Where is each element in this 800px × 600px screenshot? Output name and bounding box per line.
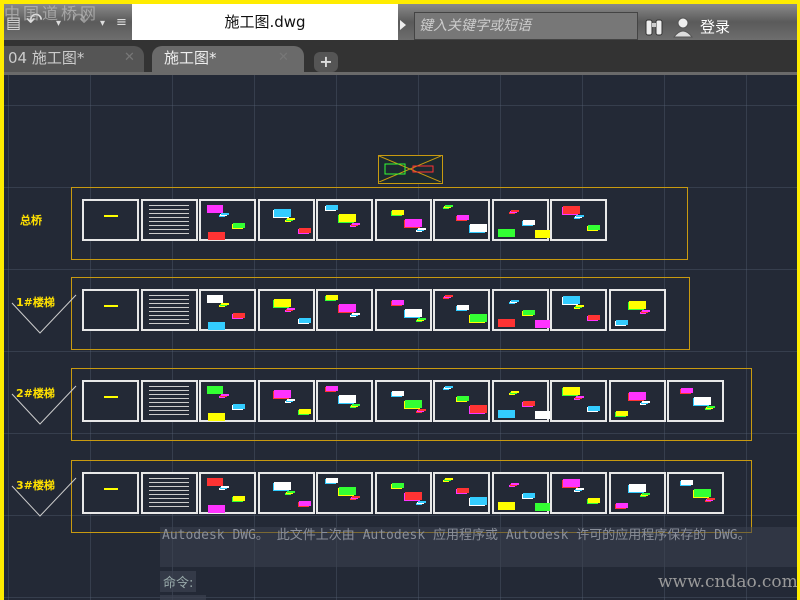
drawing-canvas[interactable]: 总桥 1#楼梯 2#楼梯 3#楼梯 — [4, 75, 797, 600]
drawing-sheet[interactable] — [374, 199, 432, 241]
drawing-sheet[interactable] — [550, 199, 607, 241]
drawing-sheet[interactable] — [199, 199, 256, 241]
command-input[interactable] — [160, 595, 206, 600]
drawing-sheet[interactable] — [257, 472, 315, 514]
autocad-window: ▤ ↶ ▾ ↷ ▾ ≡ 中国道桥网 施工图.dwg 键入关键字或短语 登录 04… — [4, 4, 797, 600]
drawing-sheet[interactable] — [433, 472, 490, 514]
drawing-sheet[interactable] — [257, 199, 315, 241]
drawing-sheet[interactable] — [316, 199, 373, 241]
new-tab-button[interactable]: + — [314, 52, 338, 72]
command-prompt[interactable]: 命令: — [160, 571, 197, 592]
drawing-sheet[interactable] — [374, 472, 432, 514]
drawing-sheet[interactable] — [491, 199, 551, 241]
close-icon[interactable]: ✕ — [278, 46, 289, 70]
thumbnail-drawing — [378, 155, 442, 183]
drawing-sheet[interactable] — [82, 289, 139, 331]
user-icon[interactable] — [672, 16, 694, 38]
drawing-sheet[interactable] — [667, 380, 724, 422]
drawing-sheet[interactable] — [316, 472, 373, 514]
search-input[interactable]: 键入关键字或短语 — [414, 12, 638, 40]
close-icon[interactable]: ✕ — [124, 46, 135, 70]
drawing-sheet[interactable] — [608, 380, 666, 422]
drawing-sheet[interactable] — [140, 472, 198, 514]
drawing-sheet[interactable] — [550, 472, 607, 514]
drawing-sheet[interactable] — [491, 289, 551, 331]
tab-drawing-active[interactable]: 施工图* ✕ — [152, 46, 304, 72]
drawing-sheet[interactable] — [374, 289, 432, 331]
drawing-sheet[interactable] — [199, 289, 256, 331]
drawing-sheet[interactable] — [140, 199, 198, 241]
leader-line — [11, 385, 77, 425]
drawing-sheet[interactable] — [433, 199, 490, 241]
leader-line — [11, 294, 77, 334]
watermark: 中国道桥网 — [4, 4, 100, 23]
drawing-sheet[interactable] — [257, 380, 315, 422]
binoculars-icon[interactable] — [644, 18, 664, 36]
site-watermark: www.cndao.com — [658, 572, 797, 592]
tab-label: 施工图* — [164, 49, 217, 67]
drawing-sheet[interactable] — [199, 380, 256, 422]
drawing-sheet[interactable] — [433, 289, 490, 331]
drawing-sheet[interactable] — [316, 289, 373, 331]
drawing-sheet[interactable] — [374, 380, 432, 422]
drawing-sheet[interactable] — [433, 380, 490, 422]
drawing-sheet[interactable] — [608, 472, 666, 514]
login-button[interactable]: 登录 — [700, 16, 730, 37]
redo-dropdown-icon[interactable]: ▾ — [100, 18, 105, 29]
tab-label: 04 施工图* — [8, 49, 85, 67]
drawing-sheet[interactable] — [491, 380, 551, 422]
leader-line — [11, 477, 77, 517]
drawing-sheet[interactable] — [550, 289, 607, 331]
tab-04-drawing[interactable]: 04 施工图* ✕ — [4, 46, 144, 72]
document-title: 施工图.dwg — [132, 4, 398, 40]
file-tab-bar: 04 施工图* ✕ 施工图* ✕ + — [4, 40, 797, 72]
overview-thumbnail[interactable] — [378, 155, 443, 184]
customize-menu-icon[interactable]: ≡ — [116, 15, 127, 30]
drawing-sheet[interactable] — [82, 199, 139, 241]
drawing-sheet[interactable] — [608, 289, 666, 331]
expand-arrow-icon[interactable] — [400, 20, 406, 30]
title-bar: ▤ ↶ ▾ ↷ ▾ ≡ 中国道桥网 施工图.dwg 键入关键字或短语 登录 — [4, 4, 797, 40]
group-label: 总桥 — [20, 214, 42, 227]
drawing-sheet[interactable] — [550, 380, 607, 422]
drawing-sheet[interactable] — [667, 472, 724, 514]
command-history: Autodesk DWG。 此文件上次由 Autodesk 应用程序或 Auto… — [160, 527, 797, 567]
drawing-sheet[interactable] — [82, 472, 139, 514]
drawing-sheet[interactable] — [140, 289, 198, 331]
drawing-sheet[interactable] — [140, 380, 198, 422]
drawing-sheet[interactable] — [257, 289, 315, 331]
drawing-sheet[interactable] — [316, 380, 373, 422]
drawing-sheet[interactable] — [491, 472, 551, 514]
drawing-sheet[interactable] — [199, 472, 256, 514]
drawing-sheet[interactable] — [82, 380, 139, 422]
